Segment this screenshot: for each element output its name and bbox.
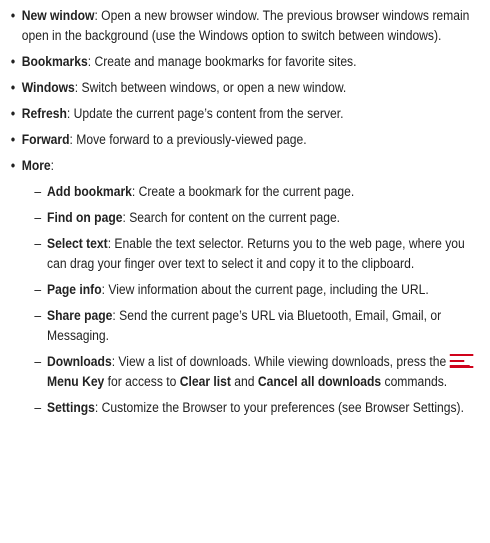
bullet: •: [10, 158, 16, 173]
item-term: More: [21, 158, 51, 173]
list-item-refresh: • Refresh: Update the current page’s con…: [11, 104, 486, 124]
sublist-item-find-on-page: – Find on page: Search for content on th…: [34, 208, 486, 228]
item-description: : Enable the text selector. Returns you …: [47, 236, 465, 271]
item-description: for access to: [104, 374, 180, 389]
item-term: Page info: [47, 282, 102, 297]
item-description: : View a list of downloads. While viewin…: [111, 354, 450, 369]
list-item-windows: • Windows: Switch between windows, or op…: [11, 78, 486, 98]
list-item-forward: • Forward: Move forward to a previously-…: [11, 130, 486, 150]
item-description: : View information about the current pag…: [101, 282, 429, 297]
item-term: New window: [21, 8, 95, 23]
menu-key-label: Menu Key: [47, 374, 105, 389]
sublist-item-add-bookmark: – Add bookmark: Create a bookmark for th…: [34, 182, 486, 202]
list-item-bookmarks: • Bookmarks: Create and manage bookmarks…: [11, 52, 486, 72]
sublist-item-select-text: – Select text: Enable the text selector.…: [34, 234, 486, 274]
list-item-new-window: • New window: Open a new browser window.…: [11, 6, 486, 46]
dash: –: [34, 184, 42, 199]
sublist-item-share-page: – Share page: Send the current page’s UR…: [34, 306, 486, 346]
item-description: : Switch between windows, or open a new …: [74, 80, 347, 95]
sublist-item-settings: – Settings: Customize the Browser to you…: [34, 398, 486, 418]
cancel-all-downloads-label: Cancel all downloads: [257, 374, 382, 389]
item-term: Select text: [47, 236, 108, 251]
item-term: Downloads: [47, 354, 112, 369]
item-term: Share page: [47, 308, 113, 323]
clear-list-label: Clear list: [179, 374, 231, 389]
bullet: •: [10, 132, 16, 147]
sublist-item-page-info: – Page info: View information about the …: [34, 280, 486, 300]
item-description: : Create and manage bookmarks for favori…: [87, 54, 357, 69]
item-term: Forward: [21, 132, 70, 147]
manual-page: • New window: Open a new browser window.…: [0, 0, 490, 543]
item-term: Add bookmark: [47, 184, 132, 199]
dash: –: [34, 236, 42, 251]
bullet: •: [10, 54, 16, 69]
conjunction: and: [230, 374, 258, 389]
dash: –: [34, 354, 42, 369]
bullet: •: [10, 80, 16, 95]
menu-key-icon: [449, 354, 474, 368]
item-term: Windows: [21, 80, 75, 95]
item-term: Refresh: [21, 106, 67, 121]
item-term: Find on page: [47, 210, 123, 225]
more-sublist: – Add bookmark: Create a bookmark for th…: [22, 182, 486, 418]
item-description: : Update the current page’s content from…: [66, 106, 344, 121]
item-description: : Create a bookmark for the current page…: [131, 184, 355, 199]
item-description: :: [50, 158, 55, 173]
item-description: : Move forward to a previously-viewed pa…: [69, 132, 307, 147]
bullet: •: [10, 8, 16, 23]
item-description: : Customize the Browser to your preferen…: [94, 400, 464, 415]
item-description: commands.: [381, 374, 448, 389]
item-description: : Search for content on the current page…: [122, 210, 341, 225]
bullet: •: [10, 106, 16, 121]
dash: –: [34, 400, 42, 415]
dash: –: [34, 308, 42, 323]
sublist-item-downloads: – Downloads: View a list of downloads. W…: [34, 352, 486, 392]
list-item-more: • More:: [11, 156, 486, 176]
item-term: Settings: [47, 400, 95, 415]
dash: –: [34, 210, 42, 225]
item-term: Bookmarks: [21, 54, 88, 69]
dash: –: [34, 282, 42, 297]
